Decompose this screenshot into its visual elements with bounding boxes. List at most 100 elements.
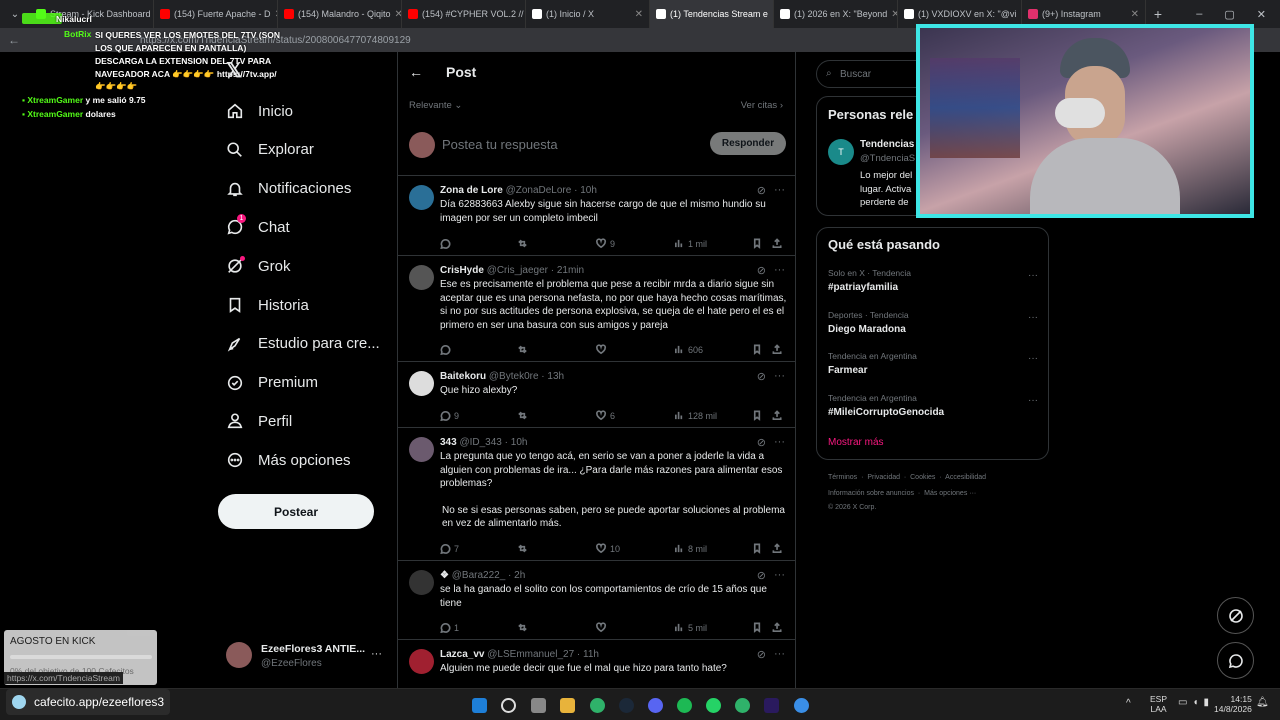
close-tab-icon[interactable]: ✕ [1131,9,1139,20]
footer-link[interactable]: Privacidad [867,474,900,481]
trend-item[interactable]: Deportes · Tendencia Diego Maradona [828,310,909,335]
steam-icon[interactable] [619,698,634,713]
grok-icon[interactable]: ⊘ [757,436,766,449]
relevant-name[interactable]: Tendencias [860,139,914,150]
reply-tweet[interactable]: Zona de Lore @ZonaDeLore · 10h ⊘ ··· Día … [398,176,795,256]
footer-link[interactable]: Más opciones ··· [924,490,976,497]
new-tab-icon[interactable]: + [1146,6,1170,22]
share-action[interactable] [772,238,783,249]
grok-icon[interactable]: ⊘ [757,648,766,661]
chrome-icon[interactable] [590,698,605,713]
views-action[interactable]: 128 mil [674,410,717,421]
notification-icon[interactable]: 🔔︎ [1256,697,1269,708]
nav-item-grok[interactable]: Grok [226,252,291,280]
task-view-icon[interactable] [531,698,546,713]
browser-tab[interactable]: (154) #CYPHER VOL.2 //✕ [402,0,526,28]
reply-tweet[interactable]: CrisHyde @Cris_jaeger · 21min ⊘ ··· Ese e… [398,256,795,362]
tweet-author[interactable]: Zona de Lore [440,185,503,196]
show-more-link[interactable]: Mostrar más [828,437,884,448]
repost-action[interactable] [517,622,528,633]
view-quotes-link[interactable]: Ver citas › [741,100,783,111]
avatar[interactable] [409,649,434,674]
clock[interactable]: 14:15 14/8/2026 [1214,694,1252,714]
spotify-icon[interactable] [677,698,692,713]
nav-item-chat[interactable]: 1 Chat [226,213,290,241]
footer-link[interactable]: Accesibilidad [945,474,986,481]
tray-icons[interactable]: ▭◖▮ [1178,697,1214,708]
trend-more-icon[interactable]: ··· [1028,353,1038,364]
grok-icon[interactable]: ⊘ [757,264,766,277]
bookmark-action[interactable] [752,410,763,421]
reply-action[interactable]: 9 [440,410,459,421]
whatsapp-icon[interactable] [706,698,721,713]
share-action[interactable] [772,622,783,633]
trend-item[interactable]: Solo en X · Tendencia #patriayfamilia [828,268,911,293]
avatar[interactable] [226,642,252,668]
share-action[interactable] [772,410,783,421]
repost-action[interactable] [517,410,528,421]
reply-tweet[interactable]: Baitekoru @Bytek0re · 13h ⊘ ··· Que hizo … [398,362,795,428]
trend-more-icon[interactable]: ··· [1028,270,1038,281]
tweet-author[interactable]: CrisHyde [440,265,484,276]
nav-item-perfil[interactable]: Perfil [226,407,292,435]
reply-action[interactable] [440,238,454,249]
share-action[interactable] [772,543,783,554]
bookmark-action[interactable] [752,622,763,633]
repost-action[interactable] [517,238,528,249]
minimize-icon[interactable]: – [1196,8,1202,21]
views-action[interactable]: 5 mil [674,622,707,633]
close-tab-icon[interactable]: ✕ [891,9,897,20]
reply-action[interactable] [440,344,454,355]
bookmark-action[interactable] [752,543,763,554]
share-action[interactable] [772,344,783,355]
like-action[interactable]: 9 [596,238,615,249]
nav-item-más-opciones[interactable]: Más opciones [226,446,351,474]
tweet-author[interactable]: ❖ [440,570,449,581]
views-action[interactable]: 8 mil [674,543,707,554]
reply-button[interactable]: Responder [710,132,786,155]
tweet-author[interactable]: Lazca_vv [440,649,484,660]
close-tab-icon[interactable]: ✕ [635,9,643,20]
file-explorer-icon[interactable] [560,698,575,713]
reply-tweet[interactable]: ❖ @Bara222_ · 2h ⊘ ··· se la ha ganado el… [398,561,795,640]
more-icon[interactable]: ··· [774,569,785,582]
reply-action[interactable]: 1 [440,622,459,633]
chrome-icon[interactable] [735,698,750,713]
nav-item-inicio[interactable]: Inicio [226,97,293,125]
more-icon[interactable]: ··· [774,264,785,277]
views-action[interactable]: 606 [674,344,703,355]
avatar[interactable]: T [828,139,854,165]
nav-item-premium[interactable]: Premium [226,369,318,397]
trend-more-icon[interactable]: ··· [1028,312,1038,323]
discord-icon[interactable] [648,698,663,713]
nav-item-estudio-para-cre[interactable]: Estudio para cre... [226,330,380,358]
views-action[interactable]: 1 mil [674,238,707,249]
premiere-icon[interactable] [764,698,779,713]
nav-item-notificaciones[interactable]: Notificaciones [226,175,351,203]
tweet-author[interactable]: Baitekoru [440,371,486,382]
start-icon[interactable] [472,698,487,713]
like-action[interactable] [596,622,610,633]
browser-tab[interactable]: (1) Tendencias Stream e✕ [650,0,774,28]
x-logo-icon[interactable]: 𝕏 [226,58,242,83]
footer-link[interactable]: Cookies [910,474,935,481]
repost-action[interactable] [517,543,528,554]
avatar[interactable] [409,570,434,595]
repost-action[interactable] [517,344,528,355]
reply-tweet[interactable]: 343 @ID_343 · 10h ⊘ ··· La pregunta que y… [398,428,795,561]
bookmark-action[interactable] [752,238,763,249]
trend-item[interactable]: Tendencia en Argentina Farmear [828,351,917,376]
tweet-author[interactable]: 343 [440,437,457,448]
chat-float-button[interactable] [1217,642,1254,679]
browser-tab[interactable]: (154) Fuerte Apache - D✕ [154,0,278,28]
browser-tab[interactable]: (1) 2026 en X: "Beyond✕ [774,0,898,28]
avatar[interactable] [409,371,434,396]
close-window-icon[interactable]: ✕ [1257,8,1266,21]
search-icon[interactable] [501,698,516,713]
tray-chevron-icon[interactable]: ^ [1126,698,1131,709]
avatar[interactable] [409,185,434,210]
grok-icon[interactable]: ⊘ [757,370,766,383]
account-more-icon[interactable]: ··· [371,648,382,660]
footer-link[interactable]: Términos [828,474,857,481]
browser-tab[interactable]: (1) Inicio / X ✕ [526,0,650,28]
